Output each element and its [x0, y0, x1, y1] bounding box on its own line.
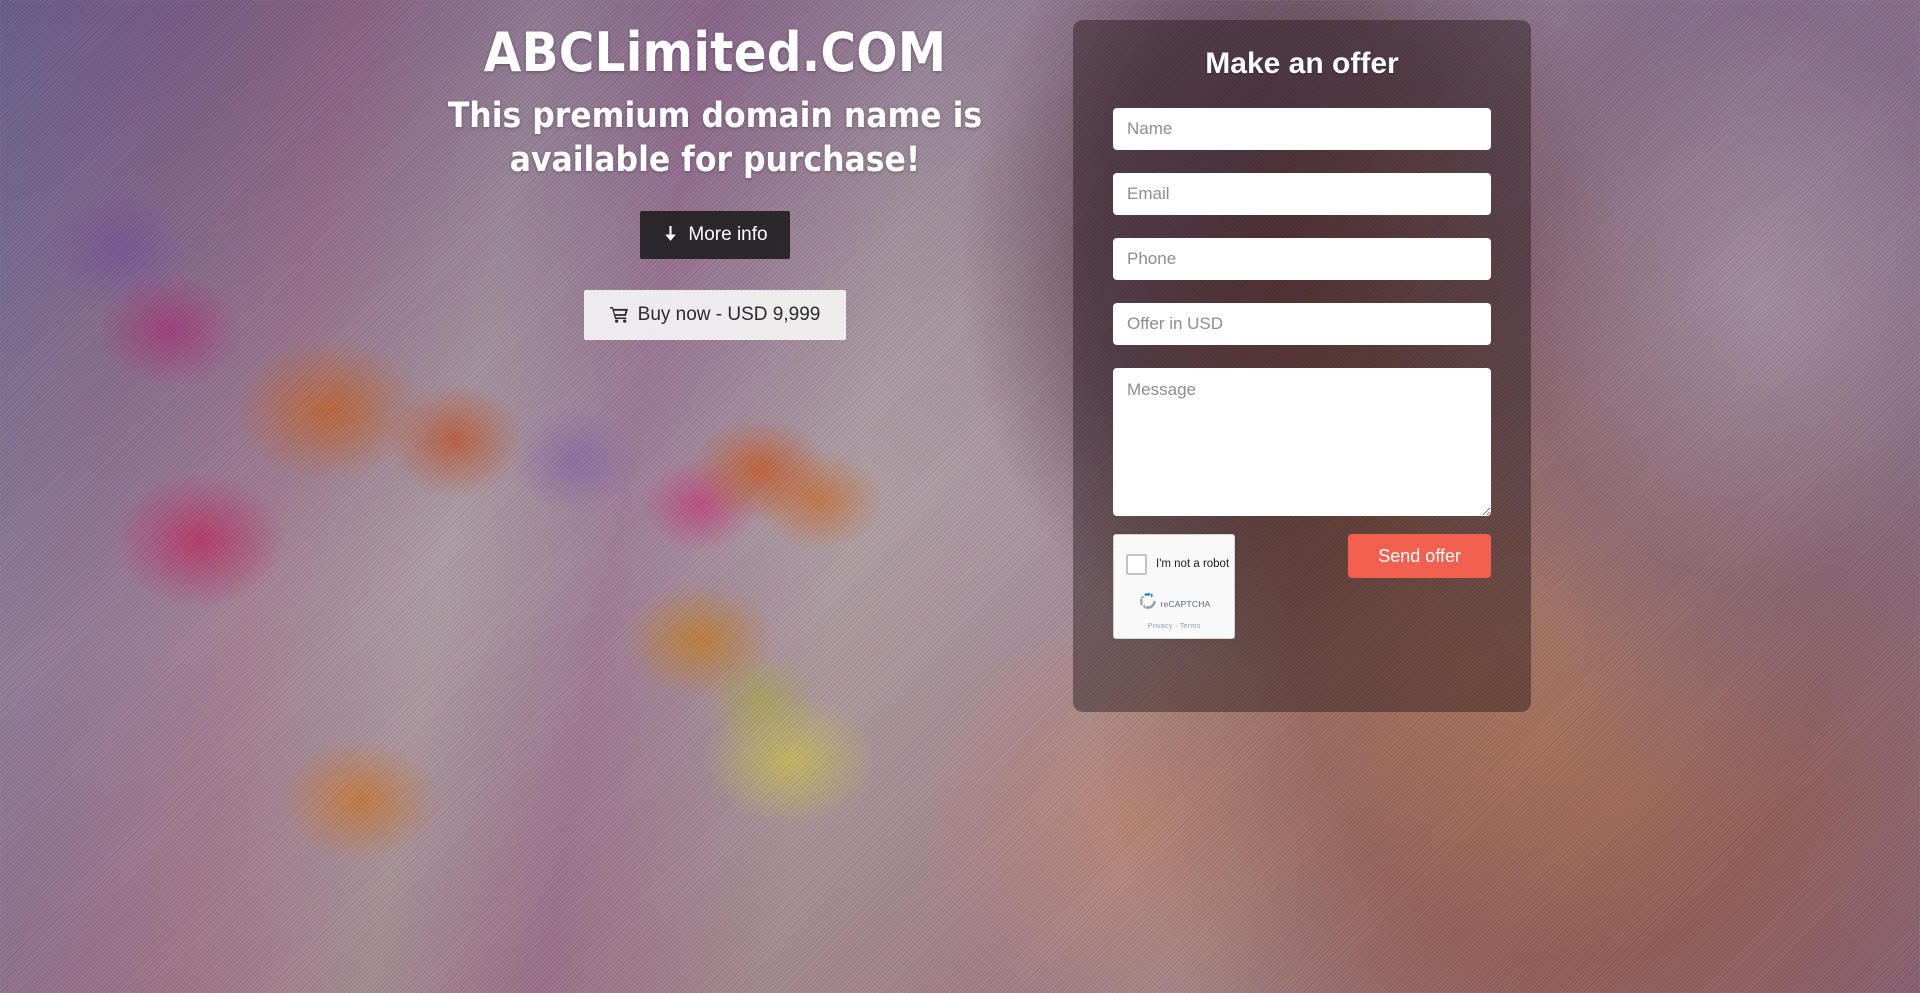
message-textarea[interactable] — [1113, 368, 1491, 516]
recaptcha-legal-links[interactable]: Privacy - Terms — [1114, 621, 1234, 630]
recaptcha-branding: reCAPTCHA — [1114, 591, 1234, 616]
recaptcha-logo-icon — [1138, 591, 1158, 616]
phone-input[interactable] — [1113, 238, 1491, 280]
more-info-button[interactable]: More info — [640, 210, 790, 259]
arrow-down-icon — [662, 225, 679, 243]
name-input[interactable] — [1113, 108, 1491, 150]
offer-form-footer: I'm not a robot reCAPTCHA Privacy - Term… — [1113, 534, 1491, 639]
recaptcha-checkbox-row[interactable]: I'm not a robot — [1114, 535, 1234, 575]
hero-tagline: This premium domain name is available fo… — [447, 96, 983, 181]
recaptcha-checkbox[interactable] — [1126, 554, 1147, 575]
recaptcha-brand-text: reCAPTCHA — [1160, 598, 1211, 609]
send-offer-button[interactable]: Send offer — [1348, 534, 1491, 578]
recaptcha-label: I'm not a robot — [1156, 557, 1230, 570]
buy-now-button[interactable]: Buy now - USD 9,999 — [583, 289, 847, 340]
offer-form: I'm not a robot reCAPTCHA Privacy - — [1113, 108, 1491, 639]
page-root: ABCLimited.COM This premium domain name … — [0, 0, 1920, 993]
buy-now-label: Buy now - USD 9,999 — [637, 303, 821, 325]
offer-amount-input[interactable] — [1113, 303, 1491, 345]
offer-form-title: Make an offer — [1205, 47, 1399, 80]
recaptcha-widget[interactable]: I'm not a robot reCAPTCHA Privacy - Term… — [1113, 534, 1235, 639]
make-an-offer-panel: Make an offer I'm not a robot — [1073, 20, 1531, 712]
shopping-cart-icon — [609, 306, 629, 323]
more-info-label: More info — [688, 223, 768, 245]
email-input[interactable] — [1113, 173, 1491, 215]
